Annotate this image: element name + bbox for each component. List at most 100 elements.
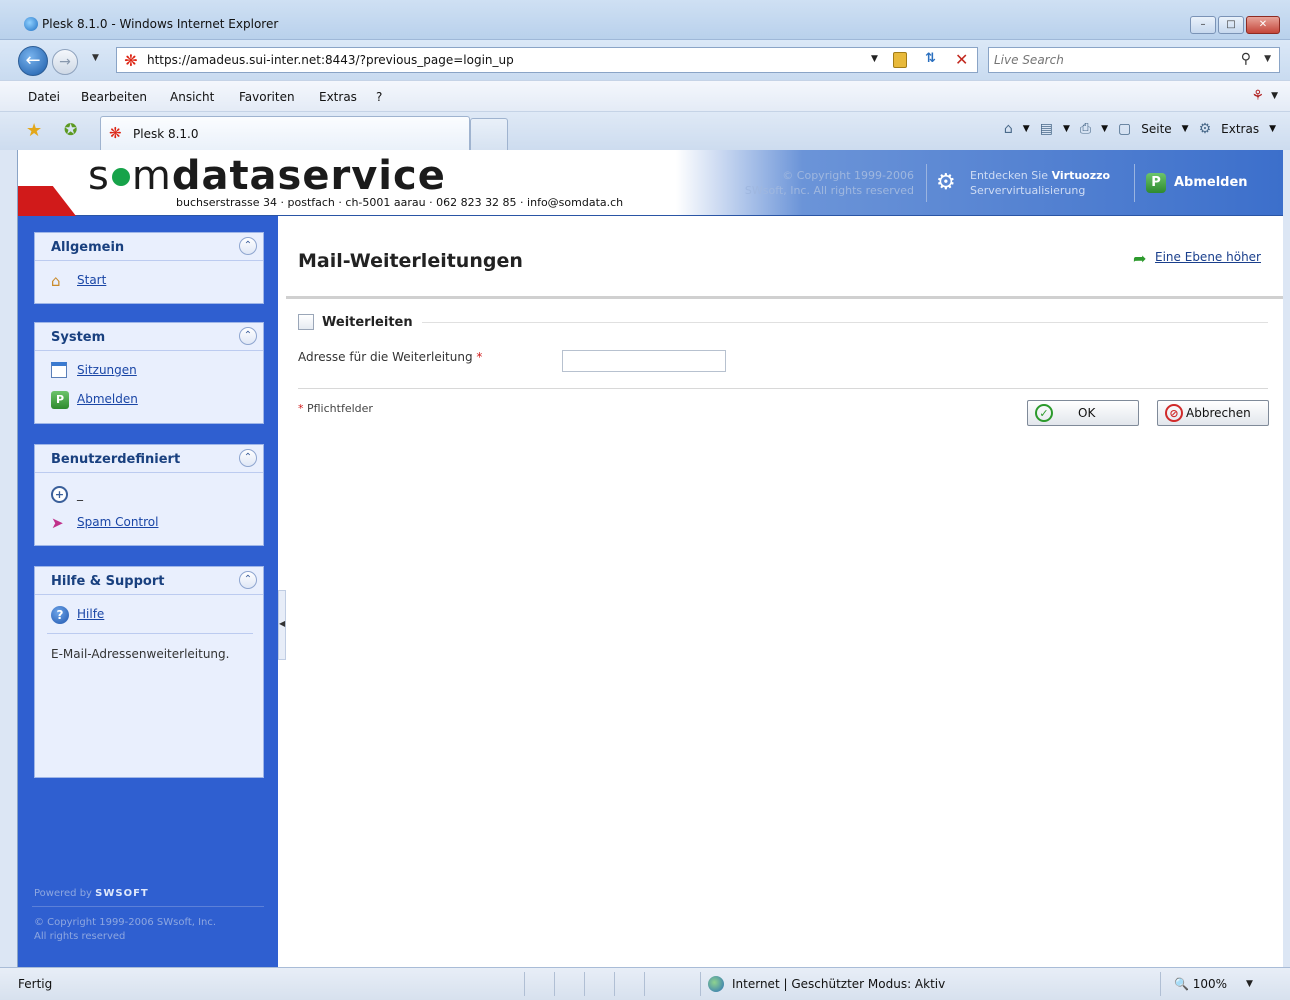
lock-icon[interactable] <box>893 52 907 68</box>
security-zone[interactable]: Internet | Geschützter Modus: Aktiv <box>732 977 945 991</box>
search-dropdown-icon[interactable]: ▼ <box>1264 54 1271 64</box>
up-level-icon: ➦ <box>1133 249 1147 268</box>
sessions-icon <box>51 362 67 378</box>
favorites-star-icon[interactable]: ★ <box>26 120 42 141</box>
main-content: Mail-Weiterleitungen ➦ Eine Ebene höher … <box>286 216 1283 967</box>
collapse-icon[interactable]: ⌃ <box>239 449 257 467</box>
sidebar-collapse-handle[interactable]: ◀ <box>278 590 286 660</box>
logo-part2: m <box>131 153 172 199</box>
home-dropdown-icon[interactable]: ▼ <box>1023 124 1030 134</box>
virtuozzo-subtitle: Servervirtualisierung <box>970 184 1086 197</box>
header-logout-button[interactable]: P Abmelden <box>1146 172 1266 196</box>
forward-checkbox[interactable] <box>298 314 314 330</box>
context-help-text: E-Mail-Adressenweiterleitung. <box>51 647 230 661</box>
header-copyright: © Copyright 1999-2006 SWsoft, Inc. All r… <box>698 168 914 198</box>
page-menu[interactable]: Seite <box>1141 122 1171 136</box>
forward-button[interactable]: → <box>52 49 78 75</box>
refresh-icon[interactable]: ⇅ <box>925 51 936 66</box>
menu-bearbeiten[interactable]: Bearbeiten <box>81 90 147 104</box>
collapse-icon[interactable]: ⌃ <box>239 571 257 589</box>
custom-button-icon: + <box>51 486 68 503</box>
add-favorite-icon[interactable]: ✪ <box>64 120 77 139</box>
status-divider <box>700 972 701 996</box>
sidebar: Allgemein ⌃ ⌂ Start System ⌃ Sitzungen P… <box>18 216 278 967</box>
address-field[interactable]: ❋ https://amadeus.sui-inter.net:8443/?pr… <box>116 47 978 73</box>
status-divider <box>614 972 615 996</box>
home-icon[interactable]: ⌂ <box>1004 121 1013 137</box>
tab-label: Plesk 8.1.0 <box>133 127 199 141</box>
sidebar-item-label[interactable]: Start <box>77 273 106 287</box>
logo-part1: s <box>88 153 110 199</box>
new-tab-button[interactable] <box>470 118 508 150</box>
maximize-button[interactable]: □ <box>1218 16 1244 34</box>
back-button[interactable]: ← <box>18 46 48 76</box>
translate-icon[interactable]: ⚘ <box>1251 88 1264 104</box>
print-dropdown-icon[interactable]: ▼ <box>1101 124 1108 134</box>
tab-bar: ★ ✪ ❋ Plesk 8.1.0 ⌂ ▼ ▤ ▼ ⎙ ▼ ▢ Seite ▼ ⚙ Ex… <box>0 112 1290 150</box>
translate-dropdown-icon[interactable]: ▼ <box>1271 91 1278 101</box>
menu-favoriten[interactable]: Favoriten <box>239 90 295 104</box>
internet-explorer-icon <box>24 17 38 31</box>
tools-menu[interactable]: Extras <box>1221 122 1259 136</box>
panel-system: System ⌃ Sitzungen P Abmelden <box>34 322 264 424</box>
address-url[interactable]: https://amadeus.sui-inter.net:8443/?prev… <box>147 53 514 67</box>
feeds-icon[interactable]: ▤ <box>1040 121 1053 137</box>
sidebar-item-label[interactable]: Hilfe <box>77 607 104 621</box>
sidebar-item-label[interactable]: Sitzungen <box>77 363 137 377</box>
zoom-level[interactable]: 🔍 100% <box>1174 977 1227 991</box>
tools-dropdown-icon[interactable]: ▼ <box>1269 124 1276 134</box>
tools-gear-icon: ⚙ <box>1198 121 1212 137</box>
powered-by: Powered by SWSOFT <box>34 888 149 899</box>
home-icon: ⌂ <box>51 272 61 290</box>
logout-icon: P <box>51 391 69 409</box>
up-level-label[interactable]: Eine Ebene höher <box>1155 250 1261 264</box>
menu-extras[interactable]: Extras <box>319 90 357 104</box>
search-input[interactable] <box>994 52 1224 68</box>
close-button[interactable]: ✕ <box>1246 16 1280 34</box>
address-dropdown-icon[interactable]: ▼ <box>871 54 878 64</box>
status-divider <box>584 972 585 996</box>
minimize-button[interactable]: – <box>1190 16 1216 34</box>
spam-control-icon: ➤ <box>51 514 64 532</box>
logo-red-shape <box>18 186 76 216</box>
zoom-dropdown-icon[interactable]: ▼ <box>1246 979 1253 989</box>
required-asterisk: * <box>298 402 304 415</box>
powered-by-prefix: Powered by <box>34 888 92 899</box>
header-divider <box>1134 164 1135 202</box>
tab-plesk[interactable]: ❋ Plesk 8.1.0 <box>100 116 470 150</box>
sidebar-item-label[interactable]: Abmelden <box>77 392 138 406</box>
panel-header: Hilfe & Support ⌃ <box>35 567 263 595</box>
collapse-icon[interactable]: ⌃ <box>239 327 257 345</box>
ok-button[interactable]: ✓ OK <box>1027 400 1139 426</box>
stop-icon[interactable]: ✕ <box>955 50 968 69</box>
swsoft-logo: SWSOFT <box>95 888 149 899</box>
collapse-icon[interactable]: ⌃ <box>239 237 257 255</box>
internet-zone-icon <box>708 976 724 992</box>
print-icon[interactable]: ⎙ <box>1080 121 1091 137</box>
sidebar-item-label[interactable]: Spam Control <box>77 515 158 529</box>
up-level-link[interactable]: ➦ Eine Ebene höher <box>1133 249 1261 268</box>
cancel-icon: ⊘ <box>1165 404 1183 422</box>
menu-help[interactable]: ? <box>376 90 382 104</box>
recent-pages-dropdown[interactable]: ▼ <box>92 53 99 63</box>
status-text: Fertig <box>18 977 53 991</box>
sidebar-item-label[interactable]: _ <box>77 487 83 501</box>
sidebar-divider <box>32 906 264 907</box>
menu-ansicht[interactable]: Ansicht <box>170 90 214 104</box>
status-divider <box>1160 972 1161 996</box>
feeds-dropdown-icon[interactable]: ▼ <box>1063 124 1070 134</box>
ok-label: OK <box>1078 406 1096 420</box>
sidebar-copyright-line2: All rights reserved <box>34 931 126 942</box>
page-dropdown-icon[interactable]: ▼ <box>1182 124 1189 134</box>
header-copyright-line2: SWsoft, Inc. All rights reserved <box>744 184 914 197</box>
virtuozzo-link[interactable]: ⚙ Entdecken Sie Virtuozzo Servervirtuali… <box>936 168 1136 200</box>
forward-address-input[interactable] <box>562 350 726 372</box>
menu-bar: Datei Bearbeiten Ansicht Favoriten Extra… <box>0 80 1290 112</box>
menu-datei[interactable]: Datei <box>28 90 60 104</box>
search-icon[interactable]: ⚲ <box>1241 51 1251 67</box>
forward-address-label-text: Adresse für die Weiterleitung <box>298 350 473 364</box>
required-fields-note: * Pflichtfelder <box>298 402 373 415</box>
live-search[interactable]: ⚲ ▼ <box>988 47 1280 73</box>
cancel-button[interactable]: ⊘ Abbrechen <box>1157 400 1269 426</box>
panel-title: Allgemein <box>51 240 125 255</box>
